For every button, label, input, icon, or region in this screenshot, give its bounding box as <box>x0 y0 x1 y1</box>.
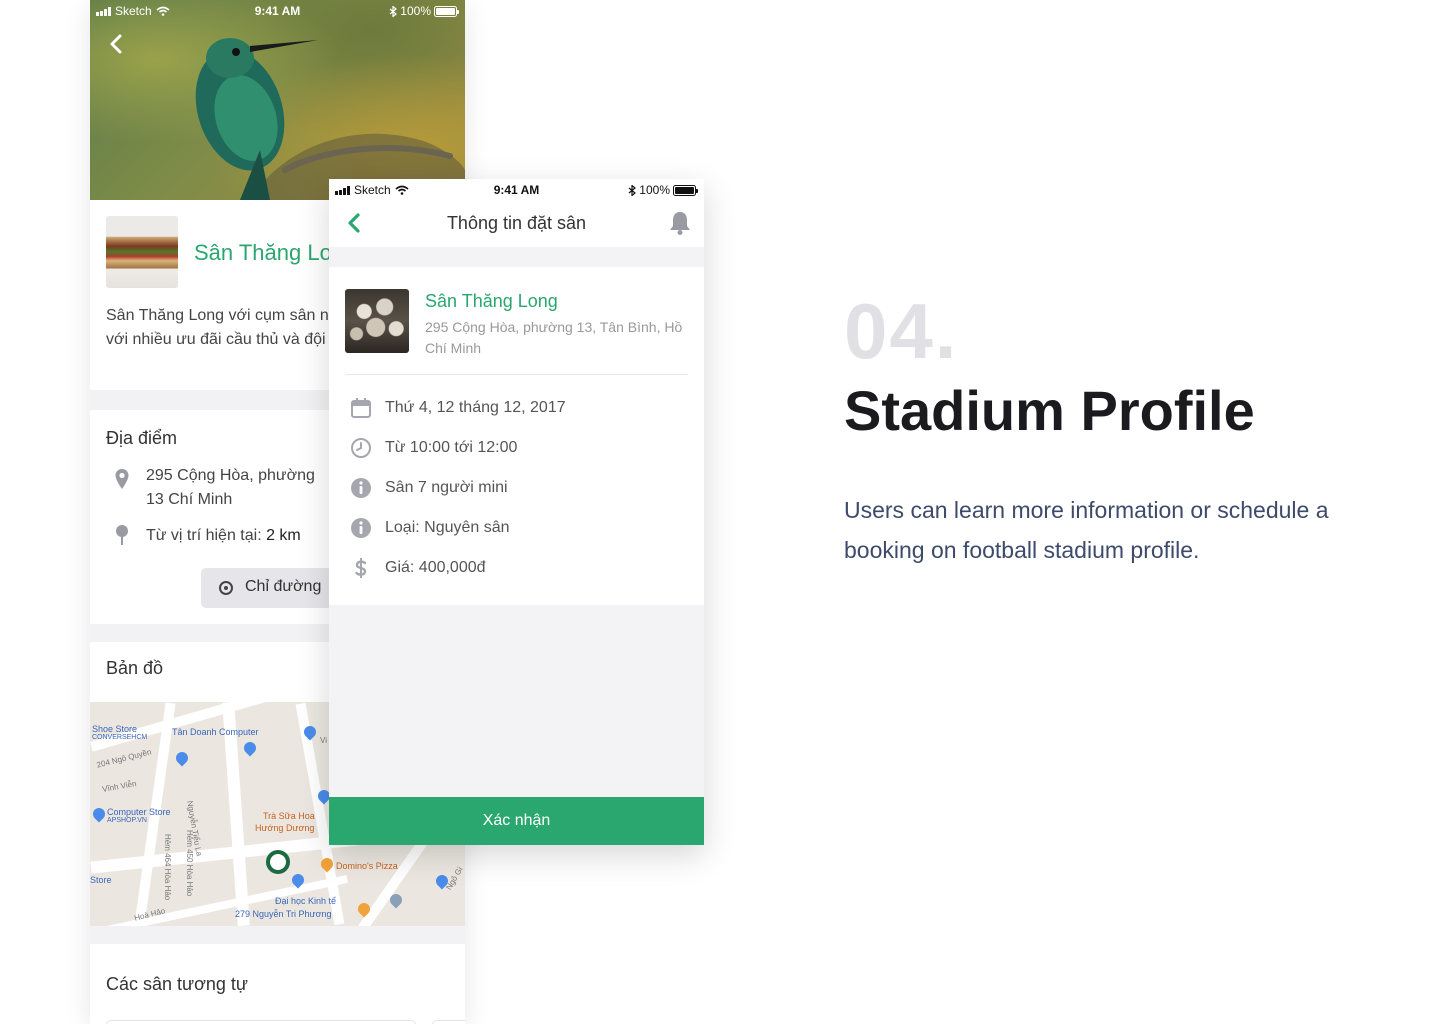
booking-price: Giá: 400,000đ <box>385 559 486 576</box>
map-label: Vi <box>320 736 327 745</box>
stadium-thumbnail <box>345 289 409 353</box>
divider <box>345 374 688 375</box>
bell-icon[interactable] <box>668 210 692 236</box>
calendar-icon <box>351 398 371 418</box>
info-icon <box>351 478 371 498</box>
map-label: Hẻm 464 Hòa Hảo <box>163 834 172 901</box>
battery-percent: 100% <box>639 183 670 197</box>
kind-row: Loại: Nguyên sân <box>329 517 704 541</box>
map-label: Shoe Store <box>92 724 138 734</box>
map-label: CONVERSEHCM <box>92 734 148 741</box>
similar-stadiums-card: Các sân tương tự <box>90 944 465 1024</box>
battery-icon <box>673 184 698 196</box>
hummingbird-image <box>195 38 465 200</box>
map-label: Store <box>90 875 112 885</box>
map-label: Hẻm 450 Hòa Hảo <box>185 830 194 897</box>
booking-details-panel: Sân Thăng Long 295 Cộng Hòa, phường 13, … <box>329 267 704 605</box>
field-type-row: Sân 7 người mini <box>329 477 704 501</box>
info-icon <box>351 518 371 538</box>
current-position-marker <box>266 850 290 874</box>
map-label: Tân Doanh Computer <box>172 727 259 737</box>
clock-icon <box>351 438 371 458</box>
map-pin-icon <box>241 739 259 757</box>
hero-photo: Sketch 9:41 AM 100% <box>90 0 465 200</box>
bluetooth-icon <box>628 184 637 196</box>
map-label: Hướng Dương <box>255 823 315 833</box>
stadium-address: 295 Cộng Hòa, phường 13, Tân Bình, Hồ Ch… <box>425 319 683 356</box>
booking-info-screen: Sketch 9:41 AM 100% Thông tin đặt sân Sâ… <box>329 179 704 845</box>
section-number: 04. <box>844 287 959 375</box>
location-pin-icon <box>115 469 129 489</box>
battery-icon <box>434 5 459 17</box>
map-label: APSHOP.VN <box>107 817 147 824</box>
distance-text: Từ vị trí hiện tại: 2 km <box>146 524 301 548</box>
current-location-icon <box>116 525 128 545</box>
date-row: Thứ 4, 12 tháng 12, 2017 <box>329 397 704 421</box>
dollar-icon <box>355 558 367 578</box>
time-row: Từ 10:00 tới 12:00 <box>329 437 704 461</box>
booking-kind: Loại: Nguyên sân <box>385 519 510 536</box>
map-label: 204 Ngô Quyền <box>95 747 153 770</box>
bluetooth-icon <box>389 5 398 17</box>
map-pin-icon <box>173 749 191 767</box>
compass-icon <box>219 581 233 595</box>
similar-stadium-item[interactable] <box>432 1020 465 1024</box>
stadium-thumbnail <box>106 216 178 288</box>
distance-value: 2 km <box>266 527 301 544</box>
directions-button-label: Chỉ đường <box>245 578 322 595</box>
location-heading: Địa điểm <box>106 428 178 448</box>
section-title: Stadium Profile <box>844 379 1255 442</box>
map-label: Domino's Pizza <box>336 861 398 871</box>
map-label: Computer Store <box>107 807 171 817</box>
nav-bar: Thông tin đặt sân <box>329 201 704 247</box>
nav-title: Thông tin đặt sân <box>446 213 587 233</box>
stadium-name[interactable]: Sân Thăng Long <box>425 291 558 312</box>
confirm-button[interactable]: Xác nhận <box>329 797 704 845</box>
battery-percent: 100% <box>400 4 431 18</box>
booking-date: Thứ 4, 12 tháng 12, 2017 <box>385 399 566 416</box>
status-bar: Sketch 9:41 AM 100% <box>329 179 704 201</box>
map-label: Vĩnh Viễn <box>101 779 138 794</box>
map-heading: Bản đồ <box>106 658 164 678</box>
similar-heading: Các sân tương tự <box>106 974 248 994</box>
status-bar: Sketch 9:41 AM 100% <box>90 0 465 22</box>
distance-label: Từ vị trí hiện tại: <box>146 527 267 544</box>
back-chevron-icon[interactable] <box>108 34 124 54</box>
similar-stadium-item[interactable] <box>106 1020 416 1024</box>
field-type: Sân 7 người mini <box>385 479 508 496</box>
section-description: Users can learn more information or sche… <box>844 497 1329 563</box>
price-row: Giá: 400,000đ <box>329 557 704 581</box>
booking-time: Từ 10:00 tới 12:00 <box>385 439 518 456</box>
map-label: Đại học Kinh tế <box>275 896 337 906</box>
map-pin-icon <box>90 805 108 823</box>
map-label: 279 Nguyễn Tri Phương <box>235 909 332 919</box>
address-text: 295 Cộng Hòa, phường 13 Chí Minh <box>146 467 315 508</box>
map-label: Trà Sữa Hoa <box>263 811 315 821</box>
